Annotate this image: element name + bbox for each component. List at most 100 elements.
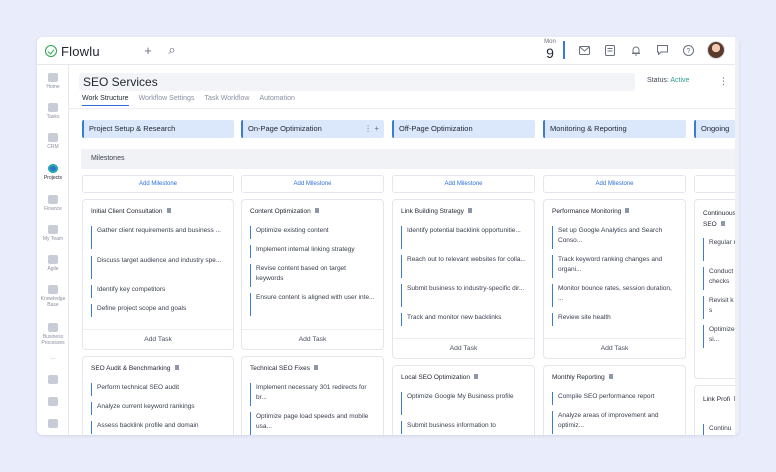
sidebar-item-crm[interactable]: CRM: [37, 133, 69, 150]
bell-icon[interactable]: [629, 43, 643, 57]
task-item[interactable]: Identify potential backlink opportunitie…: [401, 226, 526, 249]
milestone-card[interactable]: Link Building Strategy Identify potentia…: [392, 199, 535, 359]
card-title[interactable]: Initial Client Consultation: [91, 208, 171, 215]
card-title[interactable]: Continuous SEO: [703, 208, 739, 230]
task-item[interactable]: Assess backlink profile and domain: [91, 421, 225, 434]
task-item[interactable]: Track and monitor new backlinks: [401, 313, 526, 326]
card-title[interactable]: Link Profi: [703, 394, 739, 405]
add-milestone-button[interactable]: Add Milestone: [543, 175, 686, 193]
sidebar-item-extra-3[interactable]: [37, 419, 69, 430]
sidebar-item-projects[interactable]: Projects: [37, 164, 69, 181]
task-item[interactable]: Optimize the si...: [703, 325, 739, 348]
add-task-button[interactable]: Add Task: [83, 329, 233, 349]
sidebar-item-label: CRM: [47, 144, 59, 150]
sidebar-more[interactable]: ...: [37, 355, 69, 361]
task-item[interactable]: Submit business information to: [401, 421, 526, 434]
milestone-card[interactable]: Local SEO Optimization Optimize Google M…: [392, 365, 535, 435]
stage-header[interactable]: Ongoing: [694, 120, 739, 138]
card-title[interactable]: Content Optimization: [250, 208, 319, 215]
task-item[interactable]: Regular re...: [703, 238, 739, 261]
task-item[interactable]: Optimize page load speeds and mobile usa…: [250, 412, 375, 435]
task-item[interactable]: Ensure content is aligned with user inte…: [250, 293, 375, 316]
card-title[interactable]: Performance Monitoring: [552, 208, 630, 215]
sidebar-item-my-team[interactable]: My Team: [37, 225, 69, 242]
tab-automation[interactable]: Automation: [259, 95, 294, 106]
milestone-card[interactable]: Content Optimization Optimize existing c…: [241, 199, 384, 350]
milestone-card[interactable]: Link Profi Continu: [694, 385, 739, 435]
task-item[interactable]: Reach out to relevant websites for colla…: [401, 255, 526, 278]
tab-task-workflow[interactable]: Task Workflow: [204, 95, 249, 106]
task-item[interactable]: Discuss target audience and industry spe…: [91, 256, 225, 279]
add-milestone-button[interactable]: Add Milestone: [392, 175, 535, 193]
add-milestone-button[interactable]: Add Milestone: [82, 175, 234, 193]
card-title[interactable]: Technical SEO Fixes: [250, 365, 318, 372]
date-accent-bar: [563, 41, 565, 59]
card-title[interactable]: Link Building Strategy: [401, 208, 472, 215]
task-item[interactable]: Identify key competitors: [91, 285, 225, 298]
task-item[interactable]: Perform technical SEO audit: [91, 383, 225, 396]
stage-header[interactable]: Monitoring & Reporting: [543, 120, 686, 138]
task-item[interactable]: Monitor bounce rates, session duration, …: [552, 284, 677, 307]
milestone-card[interactable]: Continuous SEO Regular re... Conduct che…: [694, 199, 739, 379]
notes-icon[interactable]: [603, 43, 617, 57]
sidebar-item-finance[interactable]: Finance: [37, 195, 69, 212]
chat-icon[interactable]: [655, 43, 669, 57]
milestone-card[interactable]: SEO Audit & Benchmarking Perform technic…: [82, 356, 234, 435]
task-item[interactable]: Revisit k adjust s: [703, 296, 739, 319]
add-task-button[interactable]: Add Task: [544, 338, 685, 358]
vertical-scrollbar[interactable]: [735, 37, 739, 435]
task-item[interactable]: Analyze areas of improvement and optimiz…: [552, 411, 677, 434]
task-item[interactable]: Continu: [703, 424, 739, 435]
add-milestone-button[interactable]: [694, 175, 739, 193]
task-item[interactable]: Compile SEO performance report: [552, 392, 677, 405]
sidebar-item-tasks[interactable]: Tasks: [37, 103, 69, 120]
add-milestone-button[interactable]: Add Milestone: [241, 175, 384, 193]
sidebar-item-home[interactable]: Home: [37, 73, 69, 90]
add-icon[interactable]: +: [141, 43, 155, 58]
stage-header[interactable]: Off-Page Optimization: [392, 120, 535, 138]
project-status[interactable]: Status: Active: [647, 77, 689, 84]
flowlu-logo[interactable]: Flowlu: [45, 43, 100, 59]
sidebar-item-agile[interactable]: Agile: [37, 255, 69, 272]
task-item[interactable]: Conduct checks: [703, 267, 739, 290]
task-item[interactable]: Revise content based on target keywords: [250, 264, 375, 287]
add-task-button[interactable]: Add Task: [393, 338, 534, 358]
tab-workflow-settings[interactable]: Workflow Settings: [139, 95, 195, 106]
sidebar-item-extra-1[interactable]: [37, 375, 69, 386]
card-title[interactable]: Monthly Reporting: [552, 374, 613, 381]
milestone-card[interactable]: Technical SEO Fixes Implement necessary …: [241, 356, 384, 435]
sidebar-item-extra-2[interactable]: [37, 397, 69, 408]
stage-header[interactable]: On-Page Optimization ⋮ +: [241, 120, 384, 138]
more-menu-icon[interactable]: ⋮: [719, 76, 728, 87]
project-title[interactable]: SEO Services: [79, 73, 635, 91]
task-item[interactable]: Implement necessary 301 redirects for br…: [250, 383, 375, 406]
help-icon[interactable]: ?: [681, 43, 695, 57]
date-widget[interactable]: Mon 9: [539, 39, 561, 61]
task-item[interactable]: Track keyword ranking changes and organi…: [552, 255, 677, 278]
add-task-button[interactable]: Add Task: [242, 329, 383, 349]
task-item[interactable]: Gather client requirements and business …: [91, 226, 225, 249]
task-item[interactable]: Review site health: [552, 313, 677, 326]
task-item[interactable]: Optimize existing content: [250, 226, 375, 239]
tab-work-structure[interactable]: Work Structure: [82, 95, 129, 106]
stage-name: On-Page Optimization: [248, 124, 322, 133]
stage-header[interactable]: Project Setup & Research: [82, 120, 234, 138]
mail-icon[interactable]: [577, 43, 591, 57]
search-icon[interactable]: ⌕: [165, 42, 179, 57]
task-item[interactable]: Set up Google Analytics and Search Conso…: [552, 226, 677, 249]
date-day: 9: [546, 45, 554, 61]
card-title[interactable]: SEO Audit & Benchmarking: [91, 365, 179, 372]
task-item[interactable]: Submit business to industry-specific dir…: [401, 284, 526, 307]
task-item[interactable]: Analyze current keyword rankings: [91, 402, 225, 415]
milestone-card[interactable]: Initial Client Consultation Gather clien…: [82, 199, 234, 350]
task-item[interactable]: Define project scope and goals: [91, 304, 225, 317]
milestone-card[interactable]: Performance Monitoring Set up Google Ana…: [543, 199, 686, 359]
user-avatar[interactable]: [707, 41, 725, 59]
card-title[interactable]: Local SEO Optimization: [401, 374, 479, 381]
milestone-card[interactable]: Monthly Reporting Compile SEO performanc…: [543, 365, 686, 435]
sidebar-item-knowledge-base[interactable]: Knowledge Base: [37, 285, 69, 308]
task-item[interactable]: Implement internal linking strategy: [250, 245, 375, 258]
stage-actions[interactable]: ⋮ +: [364, 120, 379, 138]
sidebar-item-business-processes[interactable]: Business Processes: [37, 323, 69, 346]
task-item[interactable]: Optimize Google My Business profile: [401, 392, 526, 415]
